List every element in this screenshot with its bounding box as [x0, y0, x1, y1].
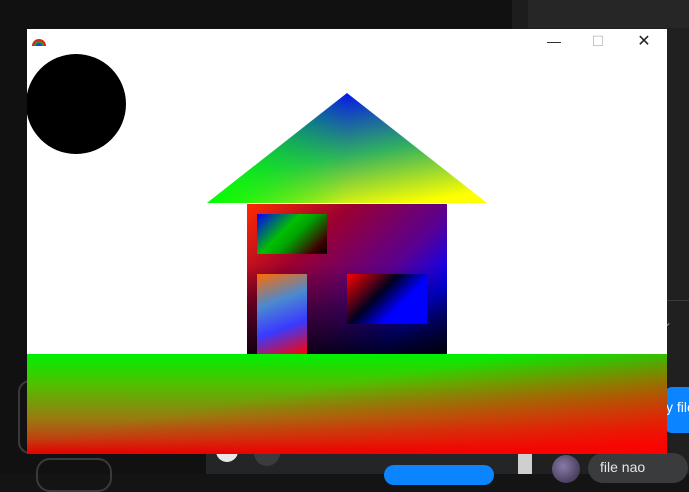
house-door [257, 274, 307, 354]
avatar [552, 455, 580, 483]
background-action-label: y file [666, 399, 689, 415]
close-button[interactable]: ✕ [621, 29, 667, 53]
house-window-right [347, 274, 427, 324]
sun-circle [27, 54, 126, 154]
chat-message-text: file nao [600, 459, 646, 475]
house-window-left [257, 214, 327, 254]
background-send-button[interactable] [384, 465, 494, 485]
minimize-button[interactable]: — [531, 29, 577, 53]
house-roof [207, 93, 487, 203]
drawing-window: — ☐ ✕ [27, 29, 667, 454]
background-panel-outline-2 [36, 458, 112, 492]
background-chat-header [528, 0, 689, 28]
app-icon [32, 39, 46, 46]
maximize-button[interactable]: ☐ [575, 29, 621, 53]
window-titlebar[interactable]: — ☐ ✕ [27, 29, 667, 53]
ground [27, 354, 667, 454]
